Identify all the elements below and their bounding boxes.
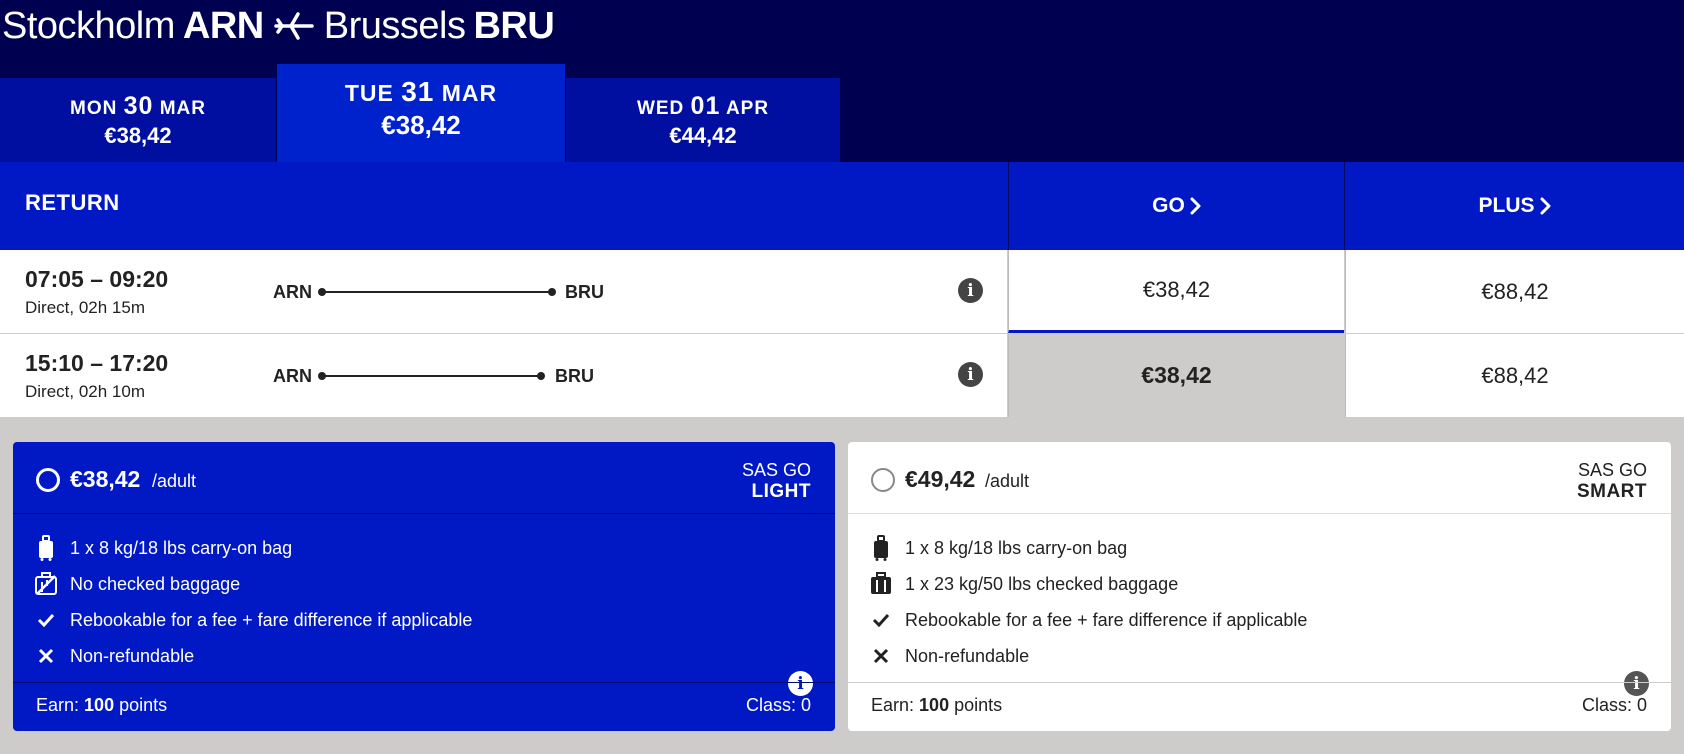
checked-bag-icon [868, 571, 894, 597]
plus-column-header[interactable]: PLUS [1344, 162, 1684, 250]
fare-feature-text: 1 x 23 kg/50 lbs checked baggage [905, 573, 1179, 594]
fare-feature: 1 x 8 kg/18 lbs carry-on bag [848, 530, 1671, 566]
route-line [318, 288, 556, 296]
go-column-label: GO [1152, 194, 1185, 217]
flight-row: 15:10 – 17:20 Direct, 02h 10m ARN BRU i … [0, 334, 1684, 417]
fare-feature-text: 1 x 8 kg/18 lbs carry-on bag [70, 537, 293, 558]
chevron-right-icon [1190, 197, 1201, 215]
date-tab-month: MAR [159, 98, 206, 119]
close-icon [33, 643, 59, 669]
fare-feature: Rebookable for a fee + fare difference i… [13, 602, 835, 638]
date-tab-day: 30 [123, 92, 154, 120]
fare-features: 1 x 8 kg/18 lbs carry-on bag 1 x 23 kg/5… [848, 530, 1671, 674]
no-checked-bag-icon [33, 571, 59, 597]
fare-feature-text: Rebookable for a fee + fare difference i… [70, 609, 473, 630]
fare-feature-text: No checked baggage [70, 573, 241, 594]
fare-feature: 1 x 8 kg/18 lbs carry-on bag [13, 530, 835, 566]
date-tab-price: €44,42 [669, 123, 737, 148]
flights-table-header: RETURN GO PLUS [0, 162, 1684, 250]
date-tab-tue-31[interactable]: TUE 31 MAR €38,42 [277, 64, 565, 162]
date-tab-day: 31 [401, 76, 435, 107]
fare-card-light[interactable]: €38,42 /adult SAS GO LIGHT 1 x 8 kg/18 l… [13, 442, 835, 731]
date-tab-price: €38,42 [381, 110, 461, 140]
date-tab-wed-01[interactable]: WED 01 APR €44,42 [566, 78, 840, 162]
return-label: RETURN [25, 190, 120, 215]
fare-price: €38,42 [70, 466, 141, 492]
fare-brand-line2: SMART [1576, 481, 1647, 502]
fare-per-adult: /adult [152, 471, 197, 491]
fare-per-adult: /adult [985, 471, 1030, 491]
fare-feature: Rebookable for a fee + fare difference i… [848, 602, 1671, 638]
flight-times: 07:05 – 09:20 [25, 266, 169, 292]
check-icon [33, 607, 59, 633]
fare-feature-text: 1 x 8 kg/18 lbs carry-on bag [905, 537, 1128, 558]
flight-origin-code: ARN [273, 366, 312, 386]
go-column-header[interactable]: GO [1008, 162, 1344, 250]
fare-feature-text: Non-refundable [905, 645, 1030, 666]
flight-times: 15:10 – 17:20 [25, 350, 169, 376]
flight-duration: Direct, 02h 15m [25, 298, 145, 317]
flight-destination-code: BRU [565, 282, 604, 302]
fare-brand-line2: LIGHT [751, 481, 811, 502]
fare-card-footer: Earn: 100 points Class: 0 [13, 682, 835, 731]
fare-radio-light[interactable] [36, 468, 60, 492]
date-tab-month: MAR [441, 80, 498, 106]
date-tab-price: €38,42 [104, 123, 172, 148]
fare-feature: Non-refundable [848, 638, 1671, 674]
fare-price: €49,42 [905, 466, 976, 492]
flight-info-cell: 07:05 – 09:20 Direct, 02h 15m ARN BRU i [0, 250, 1007, 333]
flight-origin-code: ARN [273, 282, 312, 302]
fare-card-header: €49,42 /adult SAS GO SMART [848, 442, 1671, 514]
fare-card-header: €38,42 /adult SAS GO LIGHT [13, 442, 835, 514]
fare-class: Class: 0 [745, 695, 811, 715]
origin-city: Stockholm [2, 5, 175, 47]
date-tab-day: 01 [690, 92, 721, 120]
flight-destination-code: BRU [555, 366, 594, 386]
route-line [318, 372, 545, 380]
date-tab-month: APR [725, 98, 770, 119]
fare-feature: No checked baggage [13, 566, 835, 602]
origin-code: ARN [182, 5, 264, 47]
fare-feature: 1 x 23 kg/50 lbs checked baggage [848, 566, 1671, 602]
plus-price-cell[interactable]: €88,42 [1345, 334, 1684, 417]
flight-duration: Direct, 02h 10m [25, 382, 145, 401]
flights-panel: RETURN GO PLUS 07:05 – 09:20 Direct, 02h… [0, 162, 1684, 754]
fare-brand-line1: SAS GO [1577, 460, 1647, 480]
fare-feature-text: Non-refundable [70, 645, 195, 666]
destination-code: BRU [473, 5, 555, 47]
carry-on-bag-icon [868, 535, 894, 561]
fare-brand: SAS GO SMART [1577, 459, 1647, 503]
check-icon [868, 607, 894, 633]
destination-city: Brussels [323, 5, 466, 47]
info-icon[interactable]: i [958, 362, 983, 387]
route-title: Stockholm ARN Brussels BRU [2, 2, 555, 50]
fare-radio-smart[interactable] [871, 468, 895, 492]
date-tab-mon-30[interactable]: MON 30 MAR €38,42 [0, 78, 276, 162]
date-tab-dow: WED [636, 98, 685, 119]
fare-class: Class: 0 [1581, 695, 1647, 715]
fare-brand: SAS GO LIGHT [742, 459, 811, 503]
close-icon [868, 643, 894, 669]
fare-brand-line1: SAS GO [741, 460, 811, 480]
fare-feature: Non-refundable [13, 638, 835, 674]
fare-features: 1 x 8 kg/18 lbs carry-on bag No checked … [13, 530, 835, 674]
fare-card-smart[interactable]: €49,42 /adult SAS GO SMART 1 x 8 kg/18 l… [848, 442, 1671, 731]
plus-price-cell[interactable]: €88,42 [1345, 250, 1684, 333]
fare-earn-points: Earn: 100 points [36, 695, 168, 715]
flight-info-cell: 15:10 – 17:20 Direct, 02h 10m ARN BRU i [0, 334, 1007, 417]
date-tab-dow: MON [70, 98, 118, 119]
fare-earn-points: Earn: 100 points [871, 695, 1003, 715]
info-icon[interactable]: i [958, 278, 983, 303]
airplane-icon [273, 12, 314, 40]
date-tab-dow: TUE [344, 80, 394, 106]
chevron-right-icon [1540, 197, 1550, 215]
plus-column-label: PLUS [1478, 194, 1535, 217]
go-price-cell-selected[interactable]: €38,42 [1008, 334, 1344, 417]
fare-card-footer: Earn: 100 points Class: 0 [848, 682, 1671, 731]
carry-on-bag-icon [33, 535, 59, 561]
go-price-cell[interactable]: €38,42 [1008, 250, 1344, 333]
fare-feature-text: Rebookable for a fee + fare difference i… [905, 609, 1308, 630]
flight-row: 07:05 – 09:20 Direct, 02h 15m ARN BRU i … [0, 250, 1684, 333]
